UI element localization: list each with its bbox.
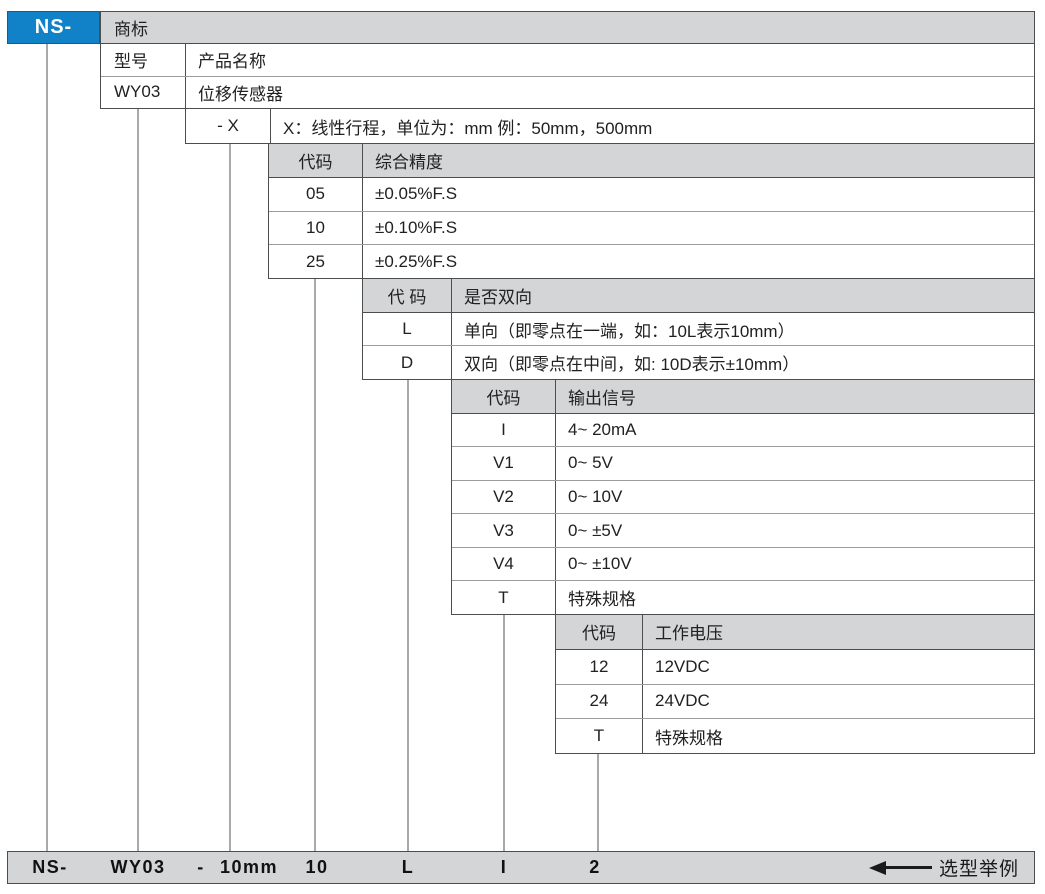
voltage-code: T [556, 719, 643, 753]
connector-line-direction [407, 379, 409, 851]
output-signal-table: 代码 输出信号 I 4~ 20mA V1 0~ 5V V2 0~ 10V V3 … [451, 379, 1035, 615]
direction-header-code: 代 码 [363, 279, 452, 312]
table-row: V2 0~ 10V [452, 480, 1034, 514]
connector-line-output [503, 614, 505, 851]
accuracy-header-code: 代码 [269, 144, 363, 177]
table-row: 10 ±0.10%F.S [269, 211, 1034, 245]
output-value: 0~ 5V [556, 447, 1034, 480]
example-bar: NS- WY03 - 10mm 10 L I 2 选型举例 [7, 851, 1035, 884]
output-value: 特殊规格 [556, 581, 1034, 614]
table-row: I 4~ 20mA [452, 414, 1034, 447]
table-row: 05 ±0.05%F.S [269, 178, 1034, 211]
output-code: T [452, 581, 556, 614]
output-code: V4 [452, 548, 556, 581]
voltage-header-value: 工作电压 [643, 615, 1034, 649]
model-name: 位移传感器 [186, 77, 1034, 109]
example-segment-direction: L [402, 852, 415, 883]
table-row: V3 0~ ±5V [452, 513, 1034, 547]
accuracy-header-value: 综合精度 [363, 144, 1034, 177]
example-label: 选型举例 [939, 854, 1019, 881]
direction-code: D [363, 346, 452, 379]
accuracy-code: 05 [269, 178, 363, 211]
output-code: V3 [452, 514, 556, 547]
accuracy-code: 10 [269, 212, 363, 245]
stroke-row: - X X：线性行程，单位为：mm 例：50mm，500mm [185, 108, 1035, 144]
connector-line-model [137, 108, 139, 851]
example-pointer: 选型举例 [869, 852, 1019, 883]
output-code: I [452, 414, 556, 447]
example-segment-model: WY03 [110, 852, 165, 883]
accuracy-value: ±0.10%F.S [363, 212, 1034, 245]
connector-line-stroke [229, 143, 231, 851]
model-header-code: 型号 [101, 44, 186, 76]
table-row: T 特殊规格 [556, 718, 1034, 753]
output-code: V2 [452, 481, 556, 514]
stroke-code: - X [186, 109, 271, 143]
output-header-code: 代码 [452, 380, 556, 413]
stroke-description: X：线性行程，单位为：mm 例：50mm，500mm [271, 109, 1034, 143]
voltage-code: 24 [556, 685, 643, 719]
model-header-name: 产品名称 [186, 44, 1034, 76]
direction-header-row: 代 码 是否双向 [363, 279, 1034, 313]
output-value: 4~ 20mA [556, 414, 1034, 447]
accuracy-value: ±0.25%F.S [363, 245, 1034, 278]
connector-line-prefix [46, 44, 48, 851]
voltage-table: 代码 工作电压 12 12VDC 24 24VDC T 特殊规格 [555, 614, 1035, 754]
direction-table: 代 码 是否双向 L 单向（即零点在一端，如：10L表示10mm） D 双向（即… [362, 278, 1035, 380]
voltage-value: 特殊规格 [643, 719, 1034, 753]
table-row: 25 ±0.25%F.S [269, 244, 1034, 278]
trademark-row: 商标 [100, 11, 1035, 44]
example-segment-stroke: 10mm [220, 852, 278, 883]
example-segment-accuracy: 10 [305, 852, 328, 883]
voltage-value: 24VDC [643, 685, 1034, 719]
table-row: T 特殊规格 [452, 580, 1034, 614]
direction-value: 单向（即零点在一端，如：10L表示10mm） [452, 313, 1034, 346]
accuracy-table: 代码 综合精度 05 ±0.05%F.S 10 ±0.10%F.S 25 ±0.… [268, 143, 1035, 279]
connector-line-voltage [597, 753, 599, 851]
accuracy-value: ±0.05%F.S [363, 178, 1034, 211]
voltage-header-row: 代码 工作电压 [556, 615, 1034, 650]
output-header-row: 代码 输出信号 [452, 380, 1034, 414]
output-value: 0~ ±10V [556, 548, 1034, 581]
left-arrow-tail [886, 866, 932, 869]
accuracy-code: 25 [269, 245, 363, 278]
output-value: 0~ 10V [556, 481, 1034, 514]
model-table: 型号 产品名称 WY03 位移传感器 [100, 43, 1035, 109]
output-value: 0~ ±5V [556, 514, 1034, 547]
table-row: 12 12VDC [556, 650, 1034, 684]
accuracy-header-row: 代码 综合精度 [269, 144, 1034, 178]
voltage-header-code: 代码 [556, 615, 643, 649]
voltage-value: 12VDC [643, 650, 1034, 684]
model-code: WY03 [101, 77, 186, 109]
table-row: V4 0~ ±10V [452, 547, 1034, 581]
table-row: V1 0~ 5V [452, 446, 1034, 480]
table-row: D 双向（即零点在中间，如: 10D表示±10mm） [363, 345, 1034, 379]
prefix-code-box: NS- [7, 11, 100, 44]
example-segment-output: I [501, 852, 508, 883]
left-arrow-icon [869, 861, 886, 875]
direction-code: L [363, 313, 452, 346]
connector-line-accuracy [314, 278, 316, 851]
table-row: 24 24VDC [556, 684, 1034, 719]
table-row: L 单向（即零点在一端，如：10L表示10mm） [363, 313, 1034, 346]
voltage-code: 12 [556, 650, 643, 684]
example-segment-prefix: NS- [32, 852, 68, 883]
example-segment-dash: - [197, 852, 205, 883]
ordering-code-diagram: NS- 商标 型号 产品名称 WY03 位移传感器 - X X：线性行程，单位为… [0, 0, 1045, 894]
model-header-row: 型号 产品名称 [101, 44, 1034, 76]
direction-header-value: 是否双向 [452, 279, 1034, 312]
output-header-value: 输出信号 [556, 380, 1034, 413]
model-row: WY03 位移传感器 [101, 76, 1034, 109]
output-code: V1 [452, 447, 556, 480]
example-segment-voltage: 2 [589, 852, 601, 883]
direction-value: 双向（即零点在中间，如: 10D表示±10mm） [452, 346, 1034, 379]
